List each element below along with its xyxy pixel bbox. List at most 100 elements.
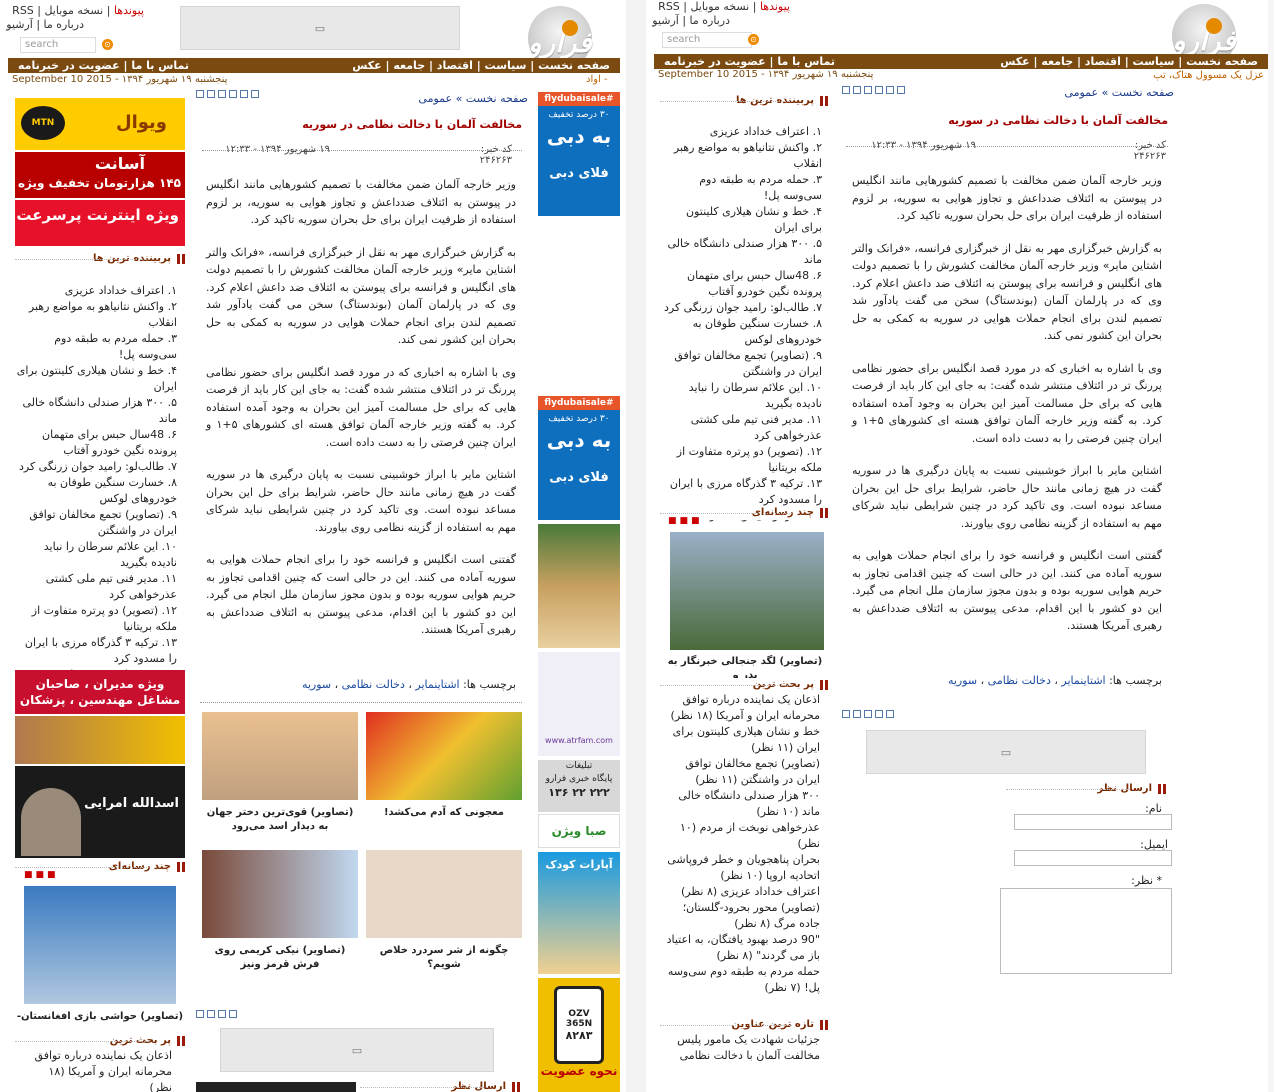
search-input[interactable]: search <box>20 37 96 53</box>
list-item[interactable]: (تصاویر) محور بحرود-گلستان؛ جاده مرگ (۸ … <box>662 900 820 932</box>
thumb-caption-2[interactable]: معجونی که آدم می‌کشد! <box>366 806 522 820</box>
header-banner[interactable]: ▭ <box>180 6 460 50</box>
breadcrumb[interactable]: صفحه نخست » عمومی <box>946 86 1174 99</box>
amraei-ad[interactable]: اسدالله امرایی <box>15 766 185 858</box>
list-item[interactable]: حمله مردم به طبقه دوم سی‌وسه پل! (۷ نظر) <box>662 964 820 996</box>
thumb-fruits[interactable] <box>366 712 522 800</box>
popular-list[interactable]: ۱. اعتراف خداداد عزیزی ۲. واکنش نتانیاهو … <box>15 283 177 683</box>
name-field[interactable] <box>1014 814 1172 830</box>
list-item[interactable]: ۱۲. (تصویر) دو پرتره متفاوت از ملکه بریت… <box>15 603 177 635</box>
top-links[interactable]: پیوندها | نسخه موبایل | RSS <box>4 4 144 18</box>
list-item[interactable]: ۲. واکنش نتانیاهو به مواضع رهبر انقلاب <box>662 140 822 172</box>
ticker[interactable]: عزل یک مسوول هتاک، تپ <box>1114 70 1264 82</box>
list-item[interactable]: عذرخواهی نوبخت از مردم (۱۰ نظر) <box>662 820 820 852</box>
search-icon[interactable]: ⊙ <box>748 34 759 45</box>
article-tools[interactable] <box>196 90 259 100</box>
list-item[interactable]: (تصاویر) تجمع مخالفان توافق ایران در واش… <box>662 756 820 788</box>
latest-items[interactable]: جزئیات شهادت یک مامور پلیس مخالفت آلمان ب… <box>662 1032 820 1064</box>
internet-ad[interactable]: ویژه اینترنت پرسرعت <box>15 200 185 246</box>
slide-dots[interactable]: ■■■ <box>24 870 59 880</box>
search-input[interactable]: search <box>662 32 752 48</box>
flydubai-ad-2[interactable]: #flydubaisale ۳۰ درصد تخفیف به دبی فلای دبی <box>538 396 620 520</box>
flydubai-ad-1[interactable]: #flydubaisale ۳۰ درصد تخفیف به دبی فلای دبی <box>538 92 620 216</box>
mm-photo[interactable] <box>24 886 176 1004</box>
list-item[interactable]: ۱۱. مدیر فنی تیم ملی کشتی عذرخواهی کرد <box>662 412 822 444</box>
list-item[interactable]: ۴. خط و نشان هیلاری کلینتون برای ایران <box>15 363 177 395</box>
list-item[interactable]: ۹. (تصاویر) تجمع مخالفان توافق ایران در … <box>15 507 177 539</box>
main-nav[interactable]: صفحه نخست | سیاست | اقتصاد | جامعه | عکس… <box>8 58 620 73</box>
hotel-ad[interactable] <box>538 524 620 648</box>
scrollbar[interactable] <box>1268 0 1274 1092</box>
popular-items[interactable]: ۱. اعتراف خداداد عزیزی ۲. واکنش نتانیاهو … <box>662 124 822 524</box>
thumb-caption-4[interactable]: چگونه از شر سردرد خلاص شویم؟ <box>366 944 522 972</box>
mid-banner[interactable]: ▭ <box>866 730 1146 774</box>
article-tools[interactable] <box>842 86 905 96</box>
list-item[interactable]: ۳. حمله مردم به طبقه دوم سی‌وسه پل! <box>15 331 177 363</box>
popular-list[interactable]: ۱. اعتراف خداداد عزیزی ۲. واکنش نتانیاهو … <box>662 124 822 524</box>
thumb-strong-girl[interactable] <box>202 712 358 800</box>
email-field[interactable] <box>1014 850 1172 866</box>
managers-ad[interactable]: ویژه مدیران ، صاحبان مشاغل مهندسین ، پزش… <box>15 670 185 714</box>
list-item[interactable]: ۸. خسارت سنگین طوفان به خودروهای لوکس <box>662 316 822 348</box>
list-item[interactable]: ۸. خسارت سنگین طوفان به خودروهای لوکس <box>15 475 177 507</box>
mm-photo[interactable] <box>670 532 824 650</box>
mid-banner[interactable]: ▭ <box>220 1028 494 1072</box>
list-item[interactable]: ۱. اعتراف خداداد عزیزی <box>15 283 177 299</box>
cartoon-ad[interactable] <box>15 716 185 764</box>
ozv-ad[interactable]: OZV 365N ۸۲۸۳ نحوه عضویت <box>538 978 620 1092</box>
ticker[interactable]: - اواد <box>586 74 608 86</box>
mtn-ad[interactable]: MTN ویوال <box>15 98 185 150</box>
list-item[interactable]: ۱۰. این علائم سرطان را نباید نادیده بگیر… <box>662 380 822 412</box>
list-item[interactable]: خط و نشان هیلاری کلینتون برای ایران (۱۱ … <box>662 724 820 756</box>
thumb-caption-1[interactable]: (تصاویر) قوی‌ترین دختر جهان به دیدار اسد… <box>202 806 358 834</box>
atrfam-ad[interactable]: www.atrfam.com <box>538 652 620 756</box>
list-item[interactable]: ۶. 48سال حبس برای متهمان پرونده نگین خود… <box>15 427 177 459</box>
main-nav[interactable]: صفحه نخست | سیاست | اقتصاد | جامعه | عکس… <box>654 54 1268 69</box>
list-item[interactable]: ۱۳. ترکیه ۳ گذرگاه مرزی با ایران را مسدو… <box>662 476 822 508</box>
saba-ad[interactable]: صبا ویژن <box>538 814 620 848</box>
slide-dots[interactable]: ■■■ <box>668 516 703 526</box>
discussed-list[interactable]: اذعان یک نماینده درباره توافق محرمانه ای… <box>662 692 820 996</box>
list-item[interactable]: اعتراف خداداد عزیزی (۸ نظر) <box>662 884 820 900</box>
top-links-2[interactable]: درباره ما | آرشیو <box>4 18 84 32</box>
list-item[interactable]: ۳. حمله مردم به طبقه دوم سی‌وسه پل! <box>662 172 822 204</box>
list-item[interactable]: اذعان یک نماینده درباره توافق محرمانه ای… <box>662 692 820 724</box>
list-item[interactable]: ۶. 48سال حبس برای متهمان پرونده نگین خود… <box>662 268 822 300</box>
list-item[interactable]: ۱. اعتراف خداداد عزیزی <box>662 124 822 140</box>
list-item[interactable]: ۳۰۰ هزار صندلی دانشگاه خالی ماند (۱۰ نظر… <box>662 788 820 820</box>
list-item[interactable]: ۴. خط و نشان هیلاری کلینتون برای ایران <box>662 204 822 236</box>
list-item[interactable]: ۵. ۳۰۰ هزار صندلی دانشگاه خالی ماند <box>662 236 822 268</box>
top-links-2[interactable]: درباره ما | آرشیو <box>650 14 730 28</box>
list-item[interactable]: ۱۱. مدیر فنی تیم ملی کشتی عذرخواهی کرد <box>15 571 177 603</box>
list-item[interactable]: "90 درصد بهبود یافتگان، به اعتیاد باز می… <box>662 932 820 964</box>
latest-list[interactable]: جزئیات شهادت یک مامور پلیس مخالفت آلمان ب… <box>662 1032 820 1064</box>
discussed-short[interactable]: اذعان یک نماینده درباره توافق محرمانه ای… <box>30 1048 172 1092</box>
list-item[interactable]: ۹. (تصاویر) تجمع مخالفان توافق ایران در … <box>662 348 822 380</box>
list-item[interactable]: ۱۲. (تصویر) دو پرتره متفاوت از ملکه بریت… <box>662 444 822 476</box>
discussed-items[interactable]: اذعان یک نماینده درباره توافق محرمانه ای… <box>662 692 820 996</box>
list-item[interactable]: ۷. طالب‌لو: رامید جوان زرنگی کرد <box>15 459 177 475</box>
thumb-headache[interactable] <box>366 850 522 938</box>
list-item[interactable]: ۱۳. ترکیه ۳ گذرگاه مرزی با ایران را مسدو… <box>15 635 177 667</box>
tabliq-ad[interactable]: تبلیغات پایگاه خبری فرارو ۲۲۲ ۲۲ ۱۳۶ <box>538 760 620 812</box>
list-item[interactable]: جزئیات شهادت یک مامور پلیس <box>662 1032 820 1048</box>
search-icon[interactable]: ⊙ <box>102 39 113 50</box>
list-item[interactable]: ۲. واکنش نتانیاهو به مواضع رهبر انقلاب <box>15 299 177 331</box>
mm-caption[interactable]: (تصاویر) حواشی بازی افغانستان- <box>15 1010 185 1024</box>
article-tags[interactable]: برچسب ها: اشتاینمایر ، دخالت نظامی ، سور… <box>220 678 516 691</box>
share-icons[interactable] <box>842 710 894 720</box>
article-tags[interactable]: برچسب ها: اشتاینمایر ، دخالت نظامی ، سور… <box>866 674 1162 687</box>
list-item[interactable]: مخالفت آلمان با دخالت نظامی <box>662 1048 820 1064</box>
thumb-karimi[interactable] <box>202 850 358 938</box>
list-item[interactable]: ۷. طالب‌لو: رامید جوان زرنگی کرد <box>662 300 822 316</box>
breadcrumb[interactable]: صفحه نخست » عمومی <box>300 92 528 105</box>
popular-items[interactable]: ۱. اعتراف خداداد عزیزی ۲. واکنش نتانیاهو … <box>15 283 177 683</box>
top-links[interactable]: پیوندها | نسخه موبایل | RSS <box>650 0 790 14</box>
aparat-ad[interactable]: آپارات کودک <box>538 852 620 974</box>
asanet-ad[interactable]: آسانت ۱۴۵ هزارتومان تخفیف ویژه <box>15 152 185 198</box>
list-item[interactable]: ۵. ۳۰۰ هزار صندلی دانشگاه خالی ماند <box>15 395 177 427</box>
thumb-caption-3[interactable]: (تصاویر) نیکی کریمی روی فرش قرمز ونیز <box>202 944 358 972</box>
list-item[interactable]: بحران پناهجویان و خطر فروپاشی اتحادیه ار… <box>662 852 820 884</box>
comment-textarea[interactable] <box>1000 888 1172 974</box>
list-item[interactable]: ۱۰. این علائم سرطان را نباید نادیده بگیر… <box>15 539 177 571</box>
